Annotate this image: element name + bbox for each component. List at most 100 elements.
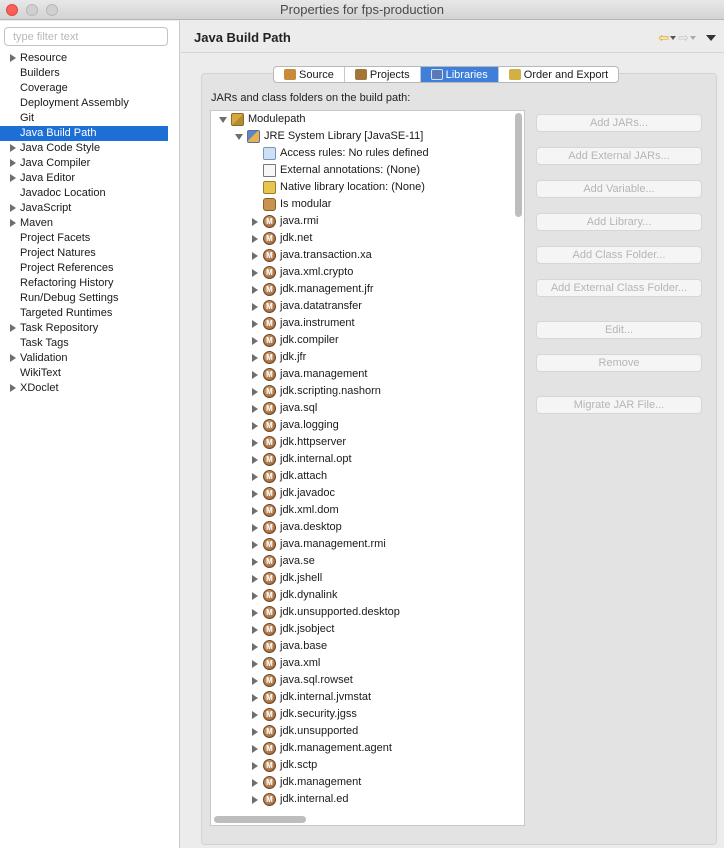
tree-item-module[interactable]: Mjdk.unsupported (211, 723, 511, 740)
tree-item-module[interactable]: Mjava.datatransfer (211, 298, 511, 315)
chevron-right-icon[interactable] (252, 354, 258, 362)
tree-item-module[interactable]: Mjdk.management (211, 774, 511, 791)
chevron-right-icon[interactable] (10, 324, 16, 332)
chevron-right-icon[interactable] (10, 219, 16, 227)
tree-item-module[interactable]: Mjdk.javadoc (211, 485, 511, 502)
nav-item-project-natures[interactable]: Project Natures (0, 246, 168, 261)
nav-item-git[interactable]: Git (0, 111, 168, 126)
add-external-jars-button[interactable]: Add External JARs... (536, 147, 702, 165)
chevron-right-icon[interactable] (252, 779, 258, 787)
nav-item-builders[interactable]: Builders (0, 66, 168, 81)
tree-item-module[interactable]: Mjava.xml (211, 655, 511, 672)
tree-item-module[interactable]: Mjdk.jshell (211, 570, 511, 587)
tab-order-and-export[interactable]: Order and Export (499, 67, 618, 82)
chevron-right-icon[interactable] (252, 541, 258, 549)
chevron-right-icon[interactable] (252, 694, 258, 702)
tree-item-modulepath[interactable]: Modulepath (211, 111, 511, 128)
nav-item-task-repository[interactable]: Task Repository (0, 321, 168, 336)
add-variable-button[interactable]: Add Variable... (536, 180, 702, 198)
chevron-right-icon[interactable] (252, 388, 258, 396)
tree-item-module[interactable]: Mjava.rmi (211, 213, 511, 230)
nav-item-resource[interactable]: Resource (0, 51, 168, 66)
tree-item-module[interactable]: Mjdk.management.jfr (211, 281, 511, 298)
tree-item-jre-attribute[interactable]: Is modular (211, 196, 511, 213)
chevron-right-icon[interactable] (10, 144, 16, 152)
tree-item-module[interactable]: Mjava.se (211, 553, 511, 570)
nav-item-wikitext[interactable]: WikiText (0, 366, 168, 381)
chevron-right-icon[interactable] (10, 159, 16, 167)
tab-source[interactable]: Source (274, 67, 345, 82)
chevron-right-icon[interactable] (252, 320, 258, 328)
tree-item-module[interactable]: Mjava.xml.crypto (211, 264, 511, 281)
chevron-right-icon[interactable] (252, 456, 258, 464)
nav-item-maven[interactable]: Maven (0, 216, 168, 231)
tree-item-module[interactable]: Mjdk.scripting.nashorn (211, 383, 511, 400)
chevron-right-icon[interactable] (252, 677, 258, 685)
chevron-right-icon[interactable] (252, 371, 258, 379)
nav-item-refactoring-history[interactable]: Refactoring History (0, 276, 168, 291)
chevron-right-icon[interactable] (252, 218, 258, 226)
tree-item-module[interactable]: Mjdk.dynalink (211, 587, 511, 604)
tree-item-module[interactable]: Mjava.sql (211, 400, 511, 417)
nav-item-project-facets[interactable]: Project Facets (0, 231, 168, 246)
tree-item-jre-attribute[interactable]: Native library location: (None) (211, 179, 511, 196)
nav-item-xdoclet[interactable]: XDoclet (0, 381, 168, 396)
tree-item-module[interactable]: Mjava.management.rmi (211, 536, 511, 553)
chevron-right-icon[interactable] (252, 711, 258, 719)
nav-item-project-references[interactable]: Project References (0, 261, 168, 276)
tree-item-module[interactable]: Mjava.logging (211, 417, 511, 434)
tree-item-module[interactable]: Mjdk.jsobject (211, 621, 511, 638)
nav-item-deployment-assembly[interactable]: Deployment Assembly (0, 96, 168, 111)
nav-item-javadoc-location[interactable]: Javadoc Location (0, 186, 168, 201)
chevron-right-icon[interactable] (252, 269, 258, 277)
nav-item-java-build-path[interactable]: Java Build Path (0, 126, 168, 141)
chevron-down-icon[interactable] (219, 117, 227, 123)
chevron-right-icon[interactable] (252, 762, 258, 770)
chevron-right-icon[interactable] (252, 592, 258, 600)
nav-item-java-editor[interactable]: Java Editor (0, 171, 168, 186)
chevron-right-icon[interactable] (252, 473, 258, 481)
chevron-right-icon[interactable] (252, 575, 258, 583)
tree-item-module[interactable]: Mjdk.internal.jvmstat (211, 689, 511, 706)
libraries-tree[interactable]: Modulepath JRE System Library [JavaSE-11]… (210, 110, 525, 826)
chevron-right-icon[interactable] (252, 745, 258, 753)
tree-item-module[interactable]: Mjava.desktop (211, 519, 511, 536)
chevron-right-icon[interactable] (10, 354, 16, 362)
tree-item-jre-attribute[interactable]: Access rules: No rules defined (211, 145, 511, 162)
chevron-right-icon[interactable] (252, 643, 258, 651)
tree-item-module[interactable]: Mjava.sql.rowset (211, 672, 511, 689)
chevron-right-icon[interactable] (10, 204, 16, 212)
chevron-right-icon[interactable] (252, 524, 258, 532)
tree-item-module[interactable]: Mjdk.xml.dom (211, 502, 511, 519)
remove-button[interactable]: Remove (536, 354, 702, 372)
chevron-right-icon[interactable] (10, 54, 16, 62)
tree-item-module[interactable]: Mjava.transaction.xa (211, 247, 511, 264)
chevron-right-icon[interactable] (10, 384, 16, 392)
add-external-class-folder-button[interactable]: Add External Class Folder... (536, 279, 702, 297)
forward-button[interactable]: ⇨ (678, 31, 696, 45)
chevron-right-icon[interactable] (10, 174, 16, 182)
nav-item-targeted-runtimes[interactable]: Targeted Runtimes (0, 306, 168, 321)
nav-item-validation[interactable]: Validation (0, 351, 168, 366)
tree-item-module[interactable]: Mjdk.compiler (211, 332, 511, 349)
chevron-right-icon[interactable] (252, 439, 258, 447)
tree-item-jre-attribute[interactable]: External annotations: (None) (211, 162, 511, 179)
chevron-right-icon[interactable] (252, 286, 258, 294)
chevron-right-icon[interactable] (252, 626, 258, 634)
chevron-right-icon[interactable] (252, 490, 258, 498)
tab-projects[interactable]: Projects (345, 67, 421, 82)
tab-libraries[interactable]: Libraries (420, 67, 499, 82)
chevron-right-icon[interactable] (252, 728, 258, 736)
tree-item-module[interactable]: Mjava.instrument (211, 315, 511, 332)
tree-item-jre[interactable]: JRE System Library [JavaSE-11] (211, 128, 511, 145)
chevron-right-icon[interactable] (252, 422, 258, 430)
edit-button[interactable]: Edit... (536, 321, 702, 339)
chevron-down-icon[interactable] (235, 134, 243, 140)
nav-item-coverage[interactable]: Coverage (0, 81, 168, 96)
tree-item-module[interactable]: Mjdk.internal.opt (211, 451, 511, 468)
chevron-right-icon[interactable] (252, 660, 258, 668)
tree-item-module[interactable]: Mjdk.management.agent (211, 740, 511, 757)
chevron-right-icon[interactable] (252, 558, 258, 566)
chevron-right-icon[interactable] (252, 405, 258, 413)
tree-item-module[interactable]: Mjdk.httpserver (211, 434, 511, 451)
